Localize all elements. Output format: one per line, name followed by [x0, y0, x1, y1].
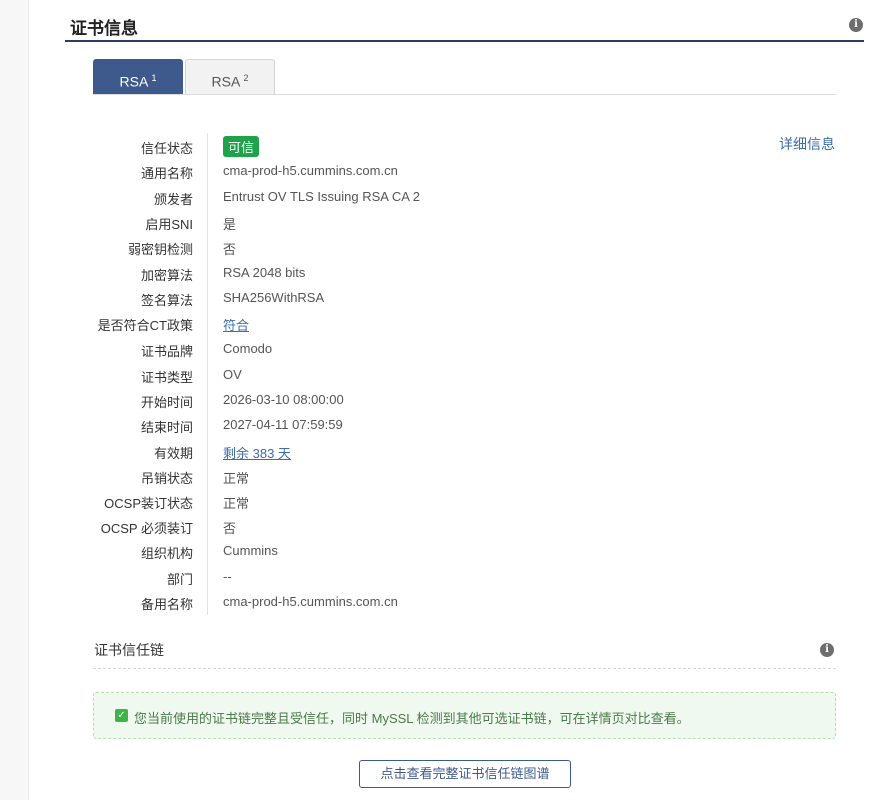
field-value: 否 — [223, 521, 237, 536]
field-value: RSA 2048 bits — [223, 265, 306, 280]
field-label: 加密算法 — [140, 268, 193, 283]
field-value: 正常 — [223, 471, 250, 486]
field-label: 启用SNI — [145, 217, 193, 232]
field-label: 部门 — [166, 572, 193, 587]
field-label: 结束时间 — [140, 420, 193, 435]
tab-divider — [93, 94, 836, 95]
field-label: 通用名称 — [140, 166, 193, 181]
section-title: 证书信息 — [70, 19, 138, 38]
field-label: 是否符合CT政策 — [97, 318, 193, 333]
details-link[interactable]: 详细信息 — [779, 134, 835, 154]
field-value: -- — [223, 569, 232, 584]
field-label: 有效期 — [153, 446, 193, 461]
field-label: 证书品牌 — [140, 344, 193, 359]
field-label: OCSP 必须装订 — [100, 521, 193, 536]
field-divider-line — [207, 133, 208, 615]
chain-info-icon[interactable]: i — [820, 643, 834, 657]
chain-notice-text: 您当前使用的证书链完整且受信任，同时 MySSL 检测到其他可选证书链，可在详情… — [134, 711, 690, 726]
field-value: cma-prod-h5.cummins.com.cn — [223, 594, 398, 609]
validity-link[interactable]: 剩余 383 天 — [223, 443, 291, 462]
field-value: Comodo — [223, 341, 273, 356]
field-label: 签名算法 — [140, 293, 193, 308]
field-value: 是 — [223, 217, 237, 232]
field-label: 备用名称 — [140, 597, 193, 612]
field-label: 弱密钥检测 — [127, 242, 193, 257]
tab-rsa-2-index: 2 — [243, 73, 249, 83]
field-value: Entrust OV TLS Issuing RSA CA 2 — [223, 189, 421, 204]
field-label: OCSP装订状态 — [104, 496, 193, 511]
check-icon: ✓ — [115, 709, 128, 722]
tab-rsa-2-label: RSA — [211, 73, 240, 90]
field-label: 证书类型 — [140, 370, 193, 385]
field-value: SHA256WithRSA — [223, 290, 325, 305]
field-label: 颁发者 — [153, 192, 193, 207]
tab-rsa-2[interactable]: RSA 2 — [185, 59, 275, 94]
trusted-badge: 可信 — [223, 136, 260, 157]
field-value: cma-prod-h5.cummins.com.cn — [223, 163, 398, 178]
view-chain-button[interactable]: 点击查看完整证书信任链图谱 — [359, 760, 571, 788]
field-value: 2026-03-10 08:00:00 — [223, 392, 344, 407]
tab-rsa-1-label: RSA — [119, 73, 148, 90]
field-value: 否 — [223, 242, 237, 257]
chain-notice: ✓ 您当前使用的证书链完整且受信任，同时 MySSL 检测到其他可选证书链，可在… — [93, 692, 836, 739]
tab-rsa-1-index: 1 — [151, 73, 157, 83]
field-label: 开始时间 — [140, 395, 193, 410]
chain-divider — [93, 668, 836, 669]
field-label: 吊销状态 — [140, 471, 193, 486]
chain-title: 证书信任链 — [94, 642, 164, 658]
tab-rsa-1[interactable]: RSA 1 — [93, 59, 183, 94]
section-info-icon[interactable]: i — [849, 18, 863, 32]
field-label: 信任状态 — [140, 141, 193, 156]
field-value: OV — [223, 367, 242, 382]
field-label: 组织机构 — [140, 546, 193, 561]
section-divider — [65, 40, 864, 42]
field-value: Cummins — [223, 543, 278, 558]
ct-policy-link[interactable]: 符合 — [223, 315, 249, 334]
field-value: 正常 — [223, 496, 250, 511]
field-value: 2027-04-11 07:59:59 — [223, 417, 343, 432]
